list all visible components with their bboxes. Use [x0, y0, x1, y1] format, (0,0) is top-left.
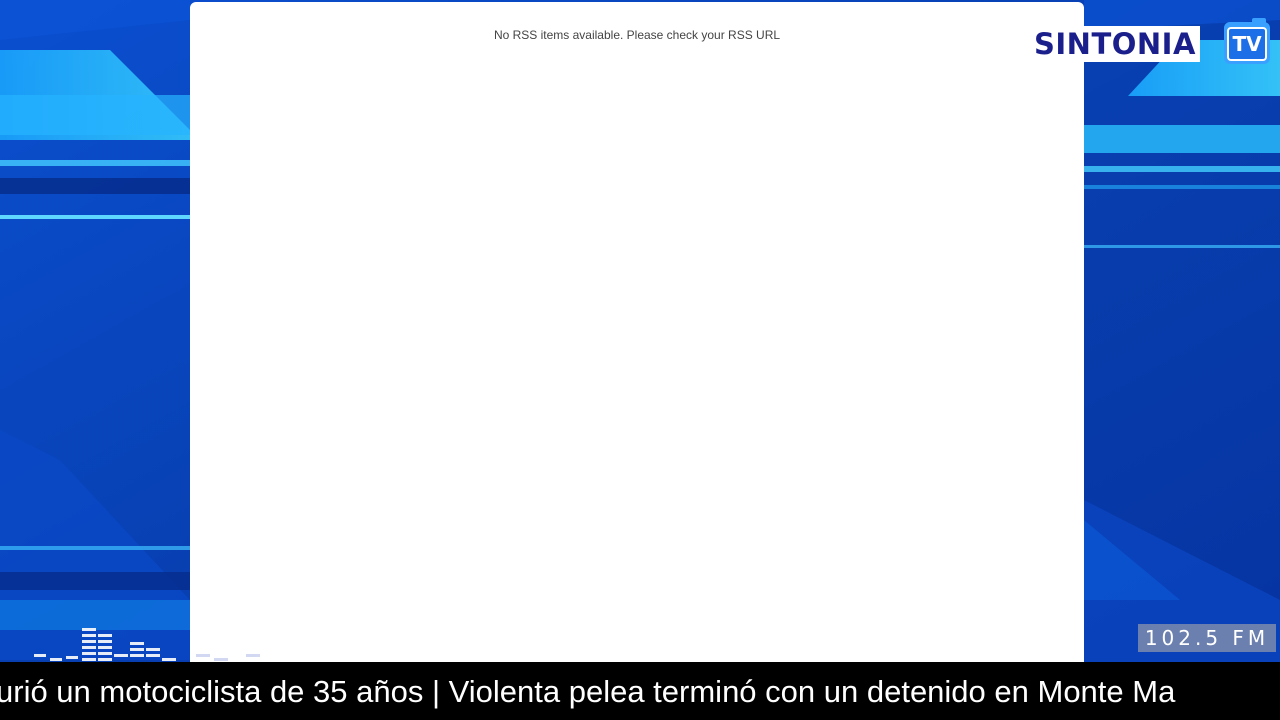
audio-equalizer-icon	[34, 628, 260, 661]
station-frequency-badge: 102.5 FM	[1138, 624, 1276, 652]
logo-wordmark: SINTONIA	[1030, 26, 1200, 62]
rss-empty-message: No RSS items available. Please check you…	[493, 28, 781, 42]
news-ticker: urió un motociclista de 35 años | Violen…	[0, 662, 1280, 720]
ticker-headlines: urió un motociclista de 35 años | Violen…	[0, 674, 1176, 709]
rss-feed-panel: No RSS items available. Please check you…	[190, 2, 1084, 662]
tv-icon: TV	[1222, 18, 1272, 66]
broadcast-screen: No RSS items available. Please check you…	[0, 0, 1280, 720]
logo-tv-label: TV	[1232, 32, 1262, 56]
sintonia-tv-logo: SINTONIA TV	[1030, 18, 1274, 70]
